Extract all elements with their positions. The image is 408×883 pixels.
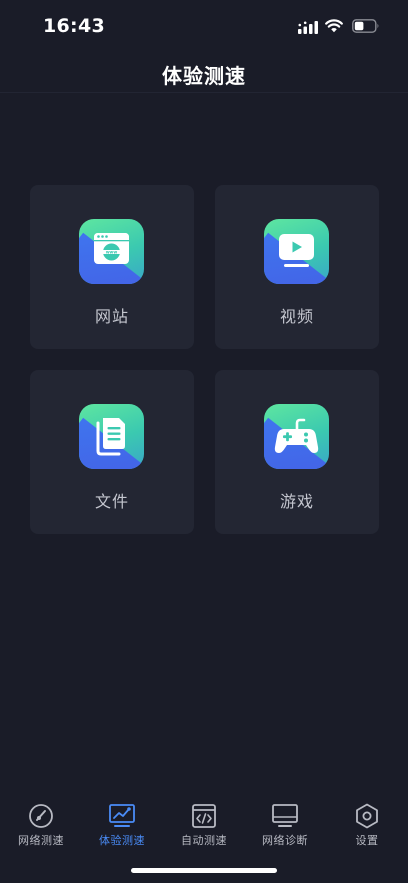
card-video[interactable]: 视频 (215, 185, 379, 349)
screen: 16:43 体验测速 www 网站 视频 文件 游戏 网络测速 体验测速 自动测… (0, 0, 408, 883)
document-stack-icon (96, 418, 125, 456)
tab-settings[interactable]: 设置 (326, 798, 408, 856)
monitor-icon (272, 804, 298, 827)
status-bar: 16:43 (0, 0, 408, 54)
gamepad-icon (274, 418, 319, 453)
tab-network-diagnosis[interactable]: 网络诊断 (244, 798, 326, 856)
file-app-icon (79, 404, 144, 469)
home-indicator (131, 868, 277, 873)
video-play-icon (279, 234, 314, 267)
tab-label: 网络诊断 (262, 834, 308, 847)
cellular-signal-icon (298, 21, 318, 34)
header-divider (0, 92, 408, 93)
tab-experience-speed[interactable]: 体验测速 (81, 798, 163, 856)
video-app-icon (264, 219, 329, 284)
tab-auto-speed[interactable]: 自动测速 (163, 798, 245, 856)
card-website[interactable]: www 网站 (30, 185, 194, 349)
tab-label: 自动测速 (181, 834, 227, 847)
tab-label: 设置 (355, 834, 379, 847)
bottom-tab-bar: 网络测速 体验测速 自动测速 网络诊断 设置 (0, 798, 408, 858)
speedometer-icon (29, 804, 53, 828)
browser-www-icon: www (94, 233, 129, 264)
card-file[interactable]: 文件 (30, 370, 194, 534)
website-app-icon: www (79, 219, 144, 284)
card-game[interactable]: 游戏 (215, 370, 379, 534)
hexagon-settings-icon (356, 803, 378, 829)
wifi-icon (325, 19, 343, 33)
card-label-website: 网站 (94, 307, 129, 326)
status-time: 16:43 (43, 15, 105, 37)
page-title: 体验测速 (162, 64, 246, 88)
tab-label: 网络测速 (18, 834, 64, 847)
game-app-icon (264, 404, 329, 469)
card-label-file: 文件 (94, 492, 129, 511)
svg-text:www: www (106, 250, 118, 255)
card-label-game: 游戏 (279, 492, 314, 511)
tab-network-speed[interactable]: 网络测速 (0, 798, 82, 856)
code-window-icon (192, 804, 216, 828)
chart-monitor-icon (109, 804, 135, 827)
card-label-video: 视频 (279, 307, 314, 326)
tab-label: 体验测速 (99, 834, 145, 847)
battery-icon (352, 19, 379, 33)
